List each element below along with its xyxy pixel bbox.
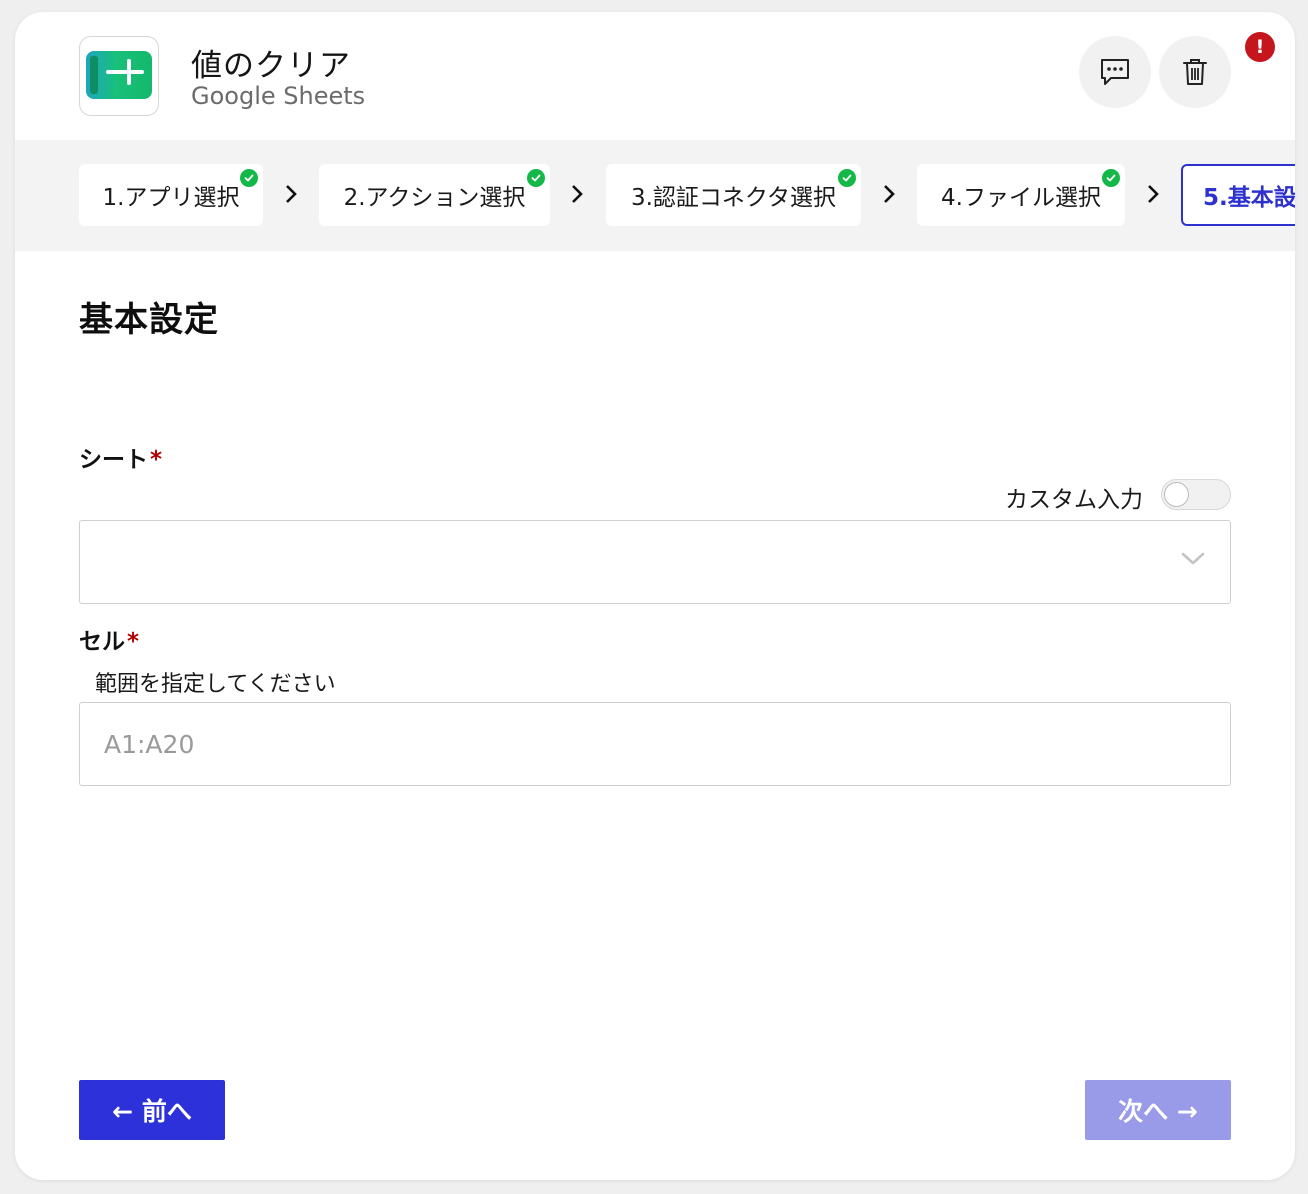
trash-icon bbox=[1183, 59, 1207, 85]
step-label: 5.基本設定 bbox=[1203, 185, 1295, 211]
app-name: Google Sheets bbox=[191, 82, 366, 110]
next-button[interactable]: 次へ → bbox=[1085, 1080, 1231, 1140]
required-mark: * bbox=[127, 629, 140, 655]
comment-button[interactable] bbox=[1079, 36, 1151, 108]
step-action-select[interactable]: 2.アクション選択 bbox=[319, 164, 550, 226]
stepper: 1.アプリ選択 2.アクション選択 3.認証コネクタ選択 4.ファイル選択 5.… bbox=[15, 140, 1295, 251]
chevron-down-icon bbox=[1180, 551, 1206, 571]
error-alert-icon[interactable]: ! bbox=[1245, 32, 1275, 62]
check-icon bbox=[240, 169, 258, 187]
prev-button[interactable]: ← 前へ bbox=[79, 1080, 225, 1140]
chevron-right-icon bbox=[1143, 180, 1163, 208]
delete-button[interactable] bbox=[1159, 36, 1231, 108]
step-label: 3.認証コネクタ選択 bbox=[630, 185, 837, 211]
chevron-right-icon bbox=[281, 180, 301, 208]
chevron-right-icon bbox=[879, 180, 899, 208]
step-connector-select[interactable]: 3.認証コネクタ選択 bbox=[606, 164, 861, 226]
chevron-right-icon bbox=[567, 180, 587, 208]
cell-field-label: セル* bbox=[79, 629, 140, 655]
check-icon bbox=[1102, 169, 1120, 187]
cell-range-input[interactable] bbox=[79, 702, 1231, 786]
step-file-select[interactable]: 4.ファイル選択 bbox=[917, 164, 1125, 226]
sheet-field-label: シート* bbox=[79, 447, 163, 473]
custom-input-toggle[interactable] bbox=[1161, 479, 1231, 510]
required-mark: * bbox=[150, 447, 163, 473]
section-title: 基本設定 bbox=[79, 300, 219, 340]
check-icon bbox=[838, 169, 856, 187]
custom-input-label: カスタム入力 bbox=[1005, 487, 1143, 513]
action-title: 値のクリア bbox=[191, 48, 351, 84]
action-config-panel: 値のクリア Google Sheets ! 1.アプリ選択 2.アクション選択 … bbox=[15, 12, 1295, 1180]
step-label: 2.アクション選択 bbox=[343, 185, 526, 211]
comment-icon bbox=[1101, 59, 1129, 85]
sheet-select[interactable] bbox=[79, 520, 1231, 604]
cell-hint: 範囲を指定してください bbox=[95, 672, 336, 697]
step-app-select[interactable]: 1.アプリ選択 bbox=[79, 164, 263, 226]
toggle-knob bbox=[1164, 482, 1189, 507]
check-icon bbox=[527, 169, 545, 187]
step-label: 1.アプリ選択 bbox=[102, 185, 240, 211]
google-sheets-icon bbox=[79, 36, 159, 116]
step-basic-settings[interactable]: 5.基本設定 bbox=[1181, 164, 1295, 226]
step-label: 4.ファイル選択 bbox=[941, 185, 1101, 211]
